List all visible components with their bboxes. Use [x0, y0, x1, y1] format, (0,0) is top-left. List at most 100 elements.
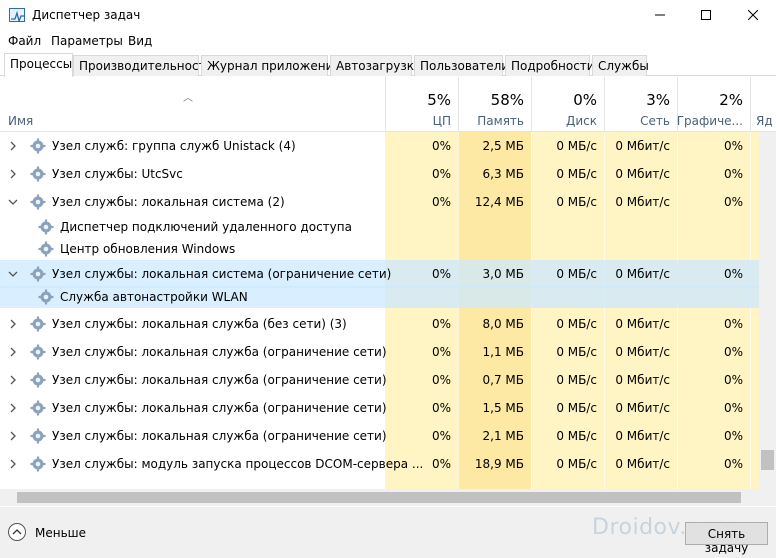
cell-cpu: 0%: [431, 429, 451, 443]
cell-cpu: 0%: [431, 401, 451, 415]
column-memory[interactable]: 58% Память: [458, 77, 531, 132]
gpu-engine-label: Яд: [756, 114, 773, 128]
chevron-right-icon[interactable]: [8, 140, 18, 151]
disk-total: 0%: [573, 91, 597, 109]
cell-cpu: 0%: [431, 267, 451, 281]
tab-performance[interactable]: Производительность: [73, 55, 213, 76]
minimize-button[interactable]: [637, 0, 683, 30]
cell-gpu: 0%: [723, 401, 743, 415]
cell-disk: 0 МБ/с: [556, 317, 597, 331]
chevron-right-icon[interactable]: [8, 402, 18, 413]
service-gear-icon: [30, 166, 46, 182]
scroll-corner: [759, 489, 776, 506]
cell-net: 0 Мбит/с: [615, 139, 670, 153]
close-icon: [748, 10, 758, 20]
table-row[interactable]: Узел службы: локальная служба (ограничен…: [0, 366, 759, 394]
title-bar: Диспетчер задач: [0, 0, 776, 30]
horizontal-scroll-thumb[interactable]: [17, 492, 741, 503]
table-row[interactable]: Узел службы: UtcSvc 0% 6,3 МБ 0 МБ/с 0 Мбит/…: [0, 160, 759, 188]
service-name: Служба автонастройки WLAN: [60, 290, 248, 304]
cell-gpu: 0%: [723, 167, 743, 181]
sort-ascending-icon: ︿: [183, 93, 193, 104]
cell-cpu: 0%: [431, 345, 451, 359]
table-row[interactable]: Узел служб: группа служб Unistack (4) 0% 2…: [0, 132, 759, 160]
table-row[interactable]: Узел службы: локальная служба (ограничен…: [0, 338, 759, 366]
service-gear-icon: [30, 194, 46, 210]
column-cpu[interactable]: 5% ЦП: [385, 77, 458, 132]
chevron-up-circle-icon[interactable]: [8, 523, 26, 541]
process-list: Узел служб: группа служб Unistack (4) 0% 2…: [0, 132, 759, 489]
cell-net: 0 Мбит/с: [615, 457, 670, 471]
task-manager-icon: [9, 8, 25, 22]
chevron-right-icon[interactable]: [8, 346, 18, 357]
table-row[interactable]: Узел службы: локальная служба (без сети)…: [0, 310, 759, 338]
column-gpu[interactable]: 2% Графиче...: [677, 77, 750, 132]
column-network[interactable]: 3% Сеть: [604, 77, 677, 132]
table-row[interactable]: Узел службы: модуль запуска процессов DC…: [0, 450, 759, 478]
cell-mem: 0,7 МБ: [482, 373, 524, 387]
menu-options[interactable]: Параметры: [51, 34, 123, 48]
cell-disk: 0 МБ/с: [556, 373, 597, 387]
cell-disk: 0 МБ/с: [556, 167, 597, 181]
tab-strip: Процессы Производительность Журнал прило…: [0, 53, 776, 77]
cell-disk: 0 МБ/с: [556, 195, 597, 209]
cell-cpu: 0%: [431, 167, 451, 181]
chevron-right-icon[interactable]: [8, 168, 18, 179]
child-service-row[interactable]: Диспетчер подключений удаленного доступа: [0, 216, 759, 238]
service-gear-icon: [38, 241, 54, 257]
cell-net: 0 Мбит/с: [615, 373, 670, 387]
cell-net: 0 Мбит/с: [615, 401, 670, 415]
service-gear-icon: [30, 456, 46, 472]
cell-gpu: 0%: [723, 267, 743, 281]
service-gear-icon: [30, 266, 46, 282]
table-row[interactable]: Узел службы: локальная служба (ограничен…: [0, 394, 759, 422]
close-button[interactable]: [730, 0, 776, 30]
service-gear-icon: [30, 428, 46, 444]
menu-bar: Файл Параметры Вид: [0, 31, 776, 51]
cell-mem: 1,5 МБ: [482, 401, 524, 415]
cell-disk: 0 МБ/с: [556, 345, 597, 359]
chevron-right-icon[interactable]: [8, 374, 18, 385]
cpu-total: 5%: [427, 91, 451, 109]
tab-users[interactable]: Пользователи: [414, 55, 509, 76]
maximize-button[interactable]: [683, 0, 729, 30]
column-gpu-engine[interactable]: Яд: [750, 77, 776, 132]
minimize-icon: [655, 14, 665, 16]
cell-net: 0 Мбит/с: [615, 429, 670, 443]
memory-total: 58%: [490, 91, 524, 109]
tab-startup[interactable]: Автозагрузка: [330, 55, 421, 76]
chevron-right-icon[interactable]: [8, 430, 18, 441]
service-gear-icon: [38, 289, 54, 305]
chevron-right-icon[interactable]: [8, 458, 18, 469]
end-task-button[interactable]: Снять задачу: [685, 522, 768, 555]
process-name: Узел службы: модуль запуска процессов DC…: [52, 457, 424, 471]
cell-disk: 0 МБ/с: [556, 429, 597, 443]
tab-services[interactable]: Службы: [592, 55, 649, 76]
chevron-down-icon[interactable]: [8, 268, 18, 278]
fewer-details-link[interactable]: Меньше: [35, 526, 86, 540]
menu-view[interactable]: Вид: [128, 34, 152, 48]
vertical-scroll-thumb[interactable]: [761, 450, 774, 470]
chevron-down-icon[interactable]: [8, 196, 18, 206]
cell-disk: 0 МБ/с: [556, 457, 597, 471]
tab-app-history[interactable]: Журнал приложений: [201, 55, 341, 76]
tab-details[interactable]: Подробности: [505, 55, 595, 76]
vertical-scrollbar[interactable]: [759, 132, 776, 489]
tab-processes[interactable]: Процессы: [4, 53, 73, 77]
process-name: Узел службы: локальная система (2): [52, 195, 285, 209]
cell-disk: 0 МБ/с: [556, 401, 597, 415]
process-name: Узел службы: локальная система (ограниче…: [52, 267, 392, 281]
chevron-right-icon[interactable]: [8, 318, 18, 329]
horizontal-scrollbar[interactable]: [0, 489, 759, 506]
table-row[interactable]: Узел службы: локальная система (ограниче…: [0, 260, 759, 288]
table-row[interactable]: Узел службы: локальная система (2) 0% 12,4…: [0, 188, 759, 216]
service-gear-icon: [30, 400, 46, 416]
child-service-row[interactable]: Центр обновления Windows: [0, 238, 759, 260]
column-name[interactable]: Имя: [8, 114, 33, 128]
child-service-row[interactable]: Служба автонастройки WLAN: [0, 286, 759, 308]
service-gear-icon: [30, 372, 46, 388]
table-row[interactable]: Узел службы: локальная служба (ограничен…: [0, 422, 759, 450]
column-disk[interactable]: 0% Диск: [531, 77, 604, 132]
network-total: 3%: [646, 91, 670, 109]
menu-file[interactable]: Файл: [8, 34, 41, 48]
